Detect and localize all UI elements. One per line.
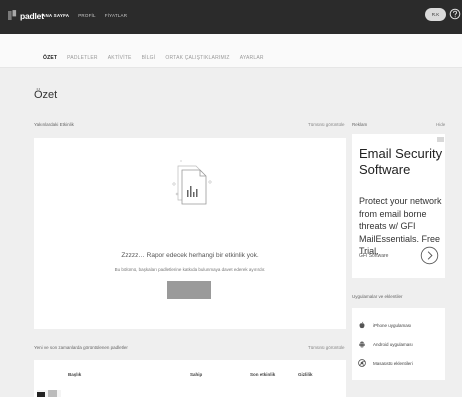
app-item-label: iPhone uygulaması xyxy=(373,322,412,328)
apps-card: iPhone uygulaması Android uygulaması Mas… xyxy=(352,308,445,380)
chrome-icon xyxy=(358,359,366,367)
apple-icon xyxy=(359,321,365,329)
recent-activity-label: Yakınlardaki Etkinlik xyxy=(34,122,74,127)
android-icon xyxy=(359,341,365,348)
ad-title[interactable]: Email Security Software xyxy=(359,146,443,178)
padlet-thumbnail[interactable] xyxy=(37,390,61,397)
column-header-owner[interactable]: Sahip xyxy=(190,372,202,377)
logo-text: padlet xyxy=(20,10,44,21)
app-item-label: Masaüstü eklentileri xyxy=(373,360,413,366)
activity-show-all-link[interactable]: Tümünü görüntüle xyxy=(308,122,345,127)
tab-info[interactable]: BİLGİ xyxy=(142,55,156,61)
app-item-desktop[interactable]: Masaüstü eklentileri xyxy=(358,359,413,367)
nav-profile[interactable]: PROFİL xyxy=(78,13,95,18)
ad-source: GFI Software xyxy=(359,253,389,259)
empty-state-subtitle: Bu bölümü, başkaları padletlerine katkıd… xyxy=(114,267,266,272)
nav-home[interactable]: ANA SAYFA xyxy=(42,13,69,18)
app-item-android[interactable]: Android uygulaması xyxy=(358,340,413,348)
activity-card: Zzzzz… Rapor edecek herhangi bir etkinli… xyxy=(34,138,346,329)
chevron-right-icon[interactable] xyxy=(420,246,439,265)
recent-padlets-label: Yeni ve son zamanlarda görüntülenen padl… xyxy=(34,345,128,350)
profile-tabs: ÖZET PADLETLER AKTİVİTE BİLGİ ORTAK ÇALI… xyxy=(43,55,264,61)
column-header-privacy[interactable]: Gizlilik xyxy=(298,372,313,377)
nav-pricing[interactable]: FİYATLAR xyxy=(105,13,127,18)
tab-settings[interactable]: AYARLAR xyxy=(240,55,264,61)
column-header-last-activity[interactable]: Son etkinlik xyxy=(250,372,275,377)
ad-label: Reklam xyxy=(352,122,368,127)
ad-card[interactable]: Email Security Software Protect your net… xyxy=(352,134,445,278)
ad-hide-link[interactable]: Hide xyxy=(436,122,445,127)
invite-collaborators-button[interactable] xyxy=(167,281,211,299)
apps-label: Uygulamalar ve eklentiler xyxy=(352,294,403,299)
ad-choices-icon[interactable] xyxy=(437,137,444,142)
empty-documents-icon xyxy=(172,160,212,205)
tab-activity[interactable]: AKTİVİTE xyxy=(108,55,132,61)
column-header-title[interactable]: Başlık xyxy=(68,372,81,377)
tab-collaborators[interactable]: ORTAK ÇALIŞTIKLARIMIZ xyxy=(165,55,229,61)
app-item-label: Android uygulaması xyxy=(373,341,413,347)
recent-padlets-table xyxy=(34,360,346,397)
main-nav: ANA SAYFA PROFİL FİYATLAR xyxy=(42,13,127,18)
top-navigation-bar: padlet ANA SAYFA PROFİL FİYATLAR R.K xyxy=(0,0,462,34)
padlet-logo-icon xyxy=(8,10,17,20)
help-icon[interactable] xyxy=(449,8,461,20)
padlet-logo[interactable]: padlet xyxy=(8,10,44,21)
app-item-iphone[interactable]: iPhone uygulaması xyxy=(358,321,411,329)
recent-show-all-link[interactable]: Tümünü görüntüle xyxy=(308,345,345,350)
user-menu-button[interactable]: R.K xyxy=(425,8,446,21)
profile-tabs-strip xyxy=(0,34,462,68)
empty-state-title: Zzzzz… Rapor edecek herhangi bir etkinli… xyxy=(121,252,259,259)
page-title: Özet xyxy=(34,89,58,101)
tab-summary[interactable]: ÖZET xyxy=(43,55,57,61)
tab-padlets[interactable]: PADLETLER xyxy=(67,55,98,61)
